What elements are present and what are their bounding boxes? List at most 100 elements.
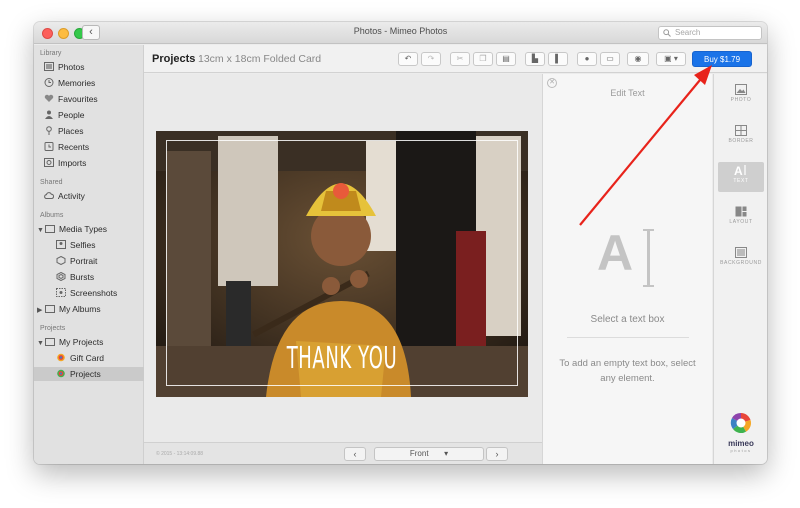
stack-icon: ▙: [531, 54, 539, 63]
chevron-left-icon: ‹: [353, 449, 357, 459]
chevron-down-icon: ▾: [444, 449, 449, 458]
folder-icon: [45, 225, 55, 233]
sidebar-item-activity[interactable]: Activity: [44, 189, 85, 203]
page-select[interactable]: Front ▾: [374, 447, 484, 461]
rail-item-layout[interactable]: LAYOUT: [718, 204, 764, 234]
title-bar: ‹ Photos - Mimeo Photos Search: [34, 22, 767, 44]
sidebar-item-photos[interactable]: Photos: [44, 60, 84, 74]
undo-button[interactable]: ↶: [398, 52, 418, 66]
disclosure-down-icon[interactable]: ▼: [37, 224, 45, 238]
sidebar-item-people[interactable]: People: [44, 108, 84, 122]
sidebar-item-bursts[interactable]: Bursts: [56, 270, 94, 284]
book-icon: ▌: [555, 54, 561, 63]
buy-button[interactable]: Buy $1.79: [692, 51, 752, 67]
mimeo-logo-icon: [730, 412, 751, 434]
cloud-icon: [44, 192, 54, 199]
eye-icon: ◉: [634, 54, 642, 63]
disclosure-down-icon[interactable]: ▼: [37, 337, 45, 351]
sidebar-item-media-types[interactable]: ▼ Media Types: [37, 222, 107, 236]
sidebar-item-screenshots[interactable]: Screenshots: [56, 286, 117, 300]
app-window: ‹ Photos - Mimeo Photos Search Library P…: [34, 22, 767, 464]
tool-rail: PHOTO BORDER A TEXT LAYOUT BACKGROUND mi…: [713, 74, 767, 464]
sidebar-item-projects[interactable]: Projects: [34, 367, 144, 381]
photos-icon: [44, 62, 54, 71]
logo-sub: photos: [730, 448, 752, 453]
preview-button[interactable]: ◉: [627, 52, 649, 66]
scissors-icon: ✂: [456, 54, 464, 63]
panel-hint: To add an empty text box, select any ele…: [559, 358, 696, 384]
project-toolbar: Projects 13cm x 18cm Folded Card ↶ ↷ ✂ ❐…: [144, 45, 767, 73]
panel-close-button[interactable]: ✕: [547, 78, 557, 88]
copy-icon: ❐: [479, 54, 487, 63]
photo-icon: [735, 84, 747, 95]
layout-icon: [735, 206, 747, 217]
cube-icon: [56, 256, 66, 265]
redo-button[interactable]: ↷: [421, 52, 441, 66]
rail-item-photo[interactable]: PHOTO: [718, 82, 764, 112]
recents-icon: [44, 142, 54, 151]
chevron-down-icon: ▾: [673, 54, 678, 63]
sidebar-item-my-albums[interactable]: ▶ My Albums: [37, 302, 101, 316]
screenshot-icon: [56, 288, 66, 297]
mimeo-logo: mimeo photos: [722, 412, 760, 453]
paste-icon: ▤: [502, 54, 510, 63]
text-tool-icon: A: [597, 225, 634, 281]
sidebar-item-memories[interactable]: Memories: [44, 76, 95, 90]
info-button[interactable]: ●: [577, 52, 597, 66]
mimeo-project-icon: [57, 369, 65, 378]
search-icon: [663, 29, 671, 37]
card-photo[interactable]: THANK YOU: [156, 131, 528, 397]
rail-item-border[interactable]: BORDER: [718, 123, 764, 153]
folder-icon: [45, 338, 55, 346]
comment-icon: ▭: [606, 54, 614, 63]
svg-text:A: A: [734, 164, 743, 176]
info-icon: ●: [584, 54, 590, 63]
chevron-right-icon: ›: [495, 449, 499, 459]
project-canvas: THANK YOU © 2015 - 13:14:09.88 ‹ Front ▾…: [144, 74, 542, 464]
selfie-icon: [56, 240, 66, 249]
sidebar-item-my-projects[interactable]: ▼ My Projects: [37, 335, 103, 349]
sidebar-item-selfies[interactable]: Selfies: [56, 238, 96, 252]
card-text[interactable]: THANK YOU: [230, 341, 453, 376]
rail-item-background[interactable]: BACKGROUND: [718, 245, 764, 275]
project-subtitle: 13cm x 18cm Folded Card: [198, 53, 322, 65]
pin-icon: [46, 126, 52, 135]
panel-title: Edit Text: [610, 88, 645, 98]
sidebar-section-projects: Projects: [40, 325, 66, 332]
sidebar-section-albums: Albums: [40, 212, 64, 219]
sidebar-item-portrait[interactable]: Portrait: [56, 254, 97, 268]
memories-icon: [44, 78, 54, 87]
text-cursor-icon: [643, 229, 654, 287]
prev-page-button[interactable]: ‹: [344, 447, 366, 461]
paste-button[interactable]: ▤: [496, 52, 516, 66]
bursts-icon: [56, 272, 66, 281]
redo-icon: ↷: [427, 54, 435, 63]
arrange-button[interactable]: ▙: [525, 52, 545, 66]
edit-text-panel: ✕ Edit Text A Select a text box To add a…: [542, 74, 712, 464]
sidebar-item-favourites[interactable]: Favourites: [44, 92, 98, 106]
save-menu-button[interactable]: ▣ ▾: [656, 52, 686, 66]
background-icon: [735, 247, 747, 258]
sidebar-section-shared: Shared: [40, 179, 63, 186]
folder-icon: [45, 305, 55, 313]
search-placeholder: Search: [675, 28, 701, 37]
text-icon: A: [734, 164, 746, 176]
rail-item-text[interactable]: A TEXT: [718, 162, 764, 192]
sidebar: Library Photos Memories Favourites Peopl…: [34, 45, 144, 464]
sidebar-item-recents[interactable]: Recents: [44, 140, 89, 154]
sidebar-item-places[interactable]: Places: [44, 124, 84, 138]
next-page-button[interactable]: ›: [486, 447, 508, 461]
search-input[interactable]: Search: [658, 26, 762, 40]
close-icon: ✕: [549, 79, 555, 86]
comment-button[interactable]: ▭: [600, 52, 620, 66]
copy-button[interactable]: ❐: [473, 52, 493, 66]
border-icon: [735, 125, 747, 136]
disclosure-right-icon[interactable]: ▶: [37, 304, 45, 318]
cut-button[interactable]: ✂: [450, 52, 470, 66]
book-button[interactable]: ▌: [548, 52, 568, 66]
sidebar-section-library: Library: [40, 50, 62, 57]
panel-divider: [567, 337, 689, 338]
sidebar-item-imports[interactable]: Imports: [44, 156, 86, 170]
sidebar-item-gift-card[interactable]: Gift Card: [56, 351, 104, 365]
mimeo-project-icon: [57, 353, 65, 362]
